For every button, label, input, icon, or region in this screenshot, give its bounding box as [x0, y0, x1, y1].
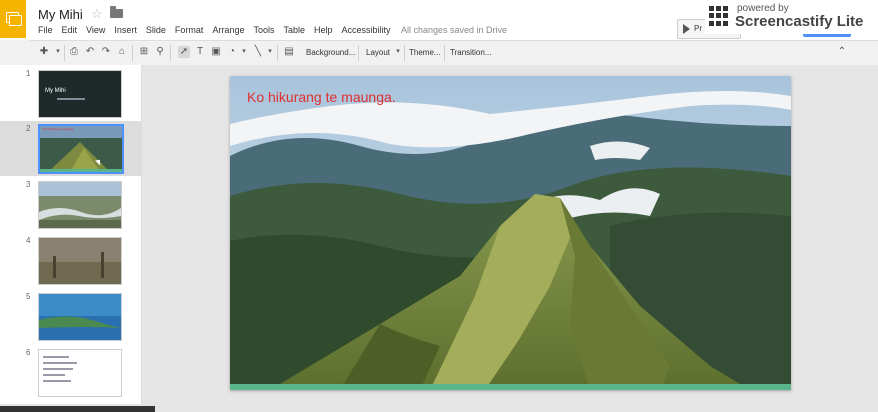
chevron-down-icon[interactable]: ▾: [392, 46, 404, 58]
menu-view[interactable]: View: [86, 25, 105, 35]
transition-button[interactable]: Transition...: [450, 45, 492, 60]
zoom-fit-icon[interactable]: ⊞: [138, 46, 150, 58]
watermark-brand: Screencastify Lite: [735, 13, 864, 30]
thumbnail-subtitle-line: [57, 98, 85, 100]
slide-thumbnail[interactable]: My Mihi: [38, 70, 122, 118]
menu-bar: File Edit View Insert Slide Format Arran…: [38, 25, 400, 35]
slide-thumbnail[interactable]: [38, 349, 122, 397]
slide-number: 3: [26, 180, 31, 189]
menu-arrange[interactable]: Arrange: [212, 25, 244, 35]
menu-table[interactable]: Table: [283, 25, 305, 35]
current-slide[interactable]: Ko hikurang te maunga.: [230, 76, 791, 390]
theme-button[interactable]: Theme...: [409, 45, 441, 60]
toolbar-divider: [358, 45, 359, 61]
thumbnail-text-line: [43, 356, 69, 358]
menu-help[interactable]: Help: [314, 25, 333, 35]
thumbnail-text-line: [43, 374, 65, 376]
toolbar-divider: [132, 45, 133, 61]
slide-number: 4: [26, 236, 31, 245]
slide-mountain-image: [230, 76, 791, 390]
toolbar-divider: [64, 45, 65, 61]
chevron-down-icon[interactable]: ▾: [52, 46, 64, 58]
redo-icon[interactable]: ↷: [100, 46, 112, 58]
slide-thumbnail[interactable]: [38, 181, 122, 229]
line-icon[interactable]: ╲: [252, 46, 264, 58]
text-box-icon[interactable]: T: [194, 46, 206, 58]
slide-number: 2: [26, 124, 31, 133]
layout-button[interactable]: Layout: [366, 45, 390, 60]
menu-insert[interactable]: Insert: [114, 25, 137, 35]
menu-slide[interactable]: Slide: [146, 25, 166, 35]
slide-thumbnail[interactable]: [38, 237, 122, 285]
collapse-icon[interactable]: ⌃: [836, 46, 848, 58]
star-icon[interactable]: ☆: [91, 6, 103, 22]
toolbar-divider: [444, 45, 445, 61]
thumbnail-image: [39, 294, 121, 340]
slide-number: 5: [26, 292, 31, 301]
bottom-bar: [0, 404, 878, 412]
slide-number: 6: [26, 348, 31, 357]
play-icon: [683, 24, 690, 34]
document-title[interactable]: My Mihi: [38, 7, 83, 22]
slides-logo-icon[interactable]: [0, 0, 26, 38]
toolbar: ✚ ▾ ⎙ ↶ ↷ ⌂ ⊞ ⚲ ➚ T ▣ ◔ ▾ ╲ ▾ ▤ Backgrou…: [30, 40, 878, 66]
toolbar-left-strip: [0, 40, 30, 66]
screencastify-watermark: powered by Screencastify Lite: [705, 0, 878, 34]
menu-accessibility[interactable]: Accessibility: [342, 25, 391, 35]
select-icon[interactable]: ➚: [178, 46, 190, 58]
print-icon[interactable]: ⎙: [68, 46, 80, 58]
zoom-icon[interactable]: ⚲: [154, 46, 166, 58]
thumbnail-title: My Mihi: [45, 88, 66, 94]
thumbnail-image: [39, 182, 121, 228]
thumbnail-image: [40, 126, 122, 172]
menu-edit[interactable]: Edit: [62, 25, 78, 35]
folder-icon[interactable]: [110, 6, 123, 18]
paint-format-icon[interactable]: ⌂: [116, 46, 128, 58]
menu-format[interactable]: Format: [175, 25, 204, 35]
scrollbar[interactable]: [0, 406, 155, 412]
background-button[interactable]: Background...: [306, 45, 355, 60]
image-icon[interactable]: ▣: [210, 46, 222, 58]
slide-thumbnail[interactable]: [38, 293, 122, 341]
screencastify-logo-icon: [709, 6, 729, 26]
slide-thumbnail[interactable]: Ko hikurang te maunga.: [38, 124, 124, 174]
thumbnail-text-line: [43, 380, 71, 382]
toolbar-divider: [170, 45, 171, 61]
title-bar: My Mihi ☆ File Edit View Insert Slide Fo…: [0, 0, 878, 40]
save-status[interactable]: All changes saved in Drive: [401, 25, 507, 35]
slide-filmstrip: 1 My Mihi 2 Ko hikurang te maunga. 3 4 5…: [0, 65, 142, 412]
menu-tools[interactable]: Tools: [253, 25, 274, 35]
shape-icon[interactable]: ◔: [226, 46, 238, 58]
toolbar-divider: [277, 45, 278, 61]
thumbnail-title: Ko hikurang te maunga.: [42, 127, 74, 131]
comment-icon[interactable]: ▤: [283, 46, 295, 58]
thumbnail-image: [39, 238, 121, 284]
new-slide-icon[interactable]: ✚: [38, 46, 50, 58]
thumbnail-text-line: [43, 368, 73, 370]
chevron-down-icon[interactable]: ▾: [264, 46, 276, 58]
thumbnail-text-line: [43, 362, 77, 364]
toolbar-divider: [404, 45, 405, 61]
undo-icon[interactable]: ↶: [84, 46, 96, 58]
present-label: Pr: [694, 24, 702, 33]
chevron-down-icon[interactable]: ▾: [238, 46, 250, 58]
menu-file[interactable]: File: [38, 25, 53, 35]
slide-title[interactable]: Ko hikurang te maunga.: [247, 89, 396, 105]
slide-number: 1: [26, 69, 31, 78]
